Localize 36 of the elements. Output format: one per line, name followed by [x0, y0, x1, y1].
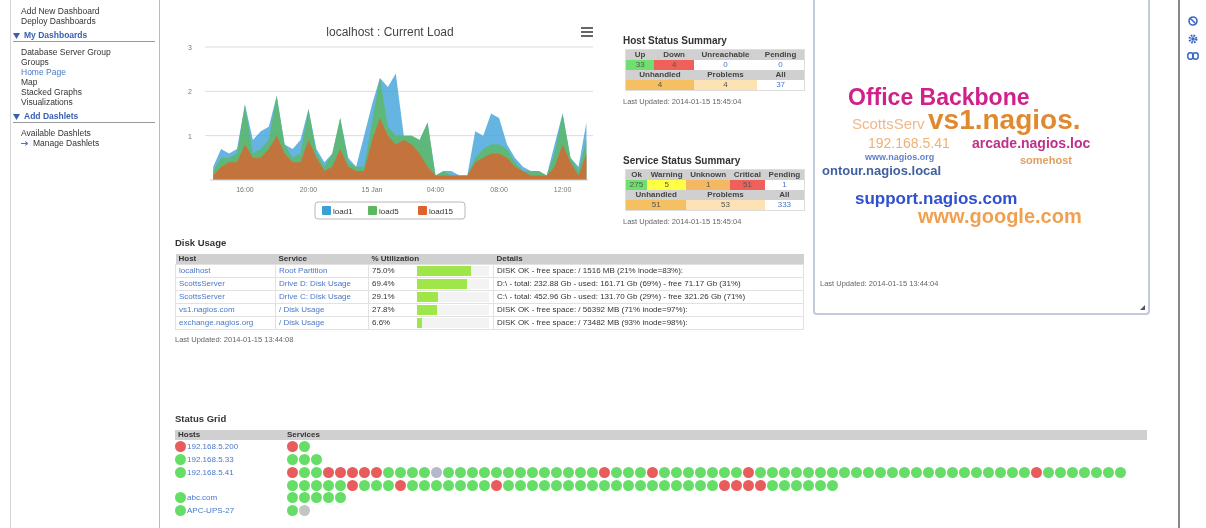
summary-title: Service Status Summary: [623, 154, 742, 169]
details-text: DISK OK - free space: / 1516 MB (21% inode=83%):: [497, 266, 684, 276]
column-header: Pending: [764, 170, 804, 181]
utilization-text: 69.4%: [372, 279, 396, 289]
column-header: Unhandled: [626, 70, 694, 80]
column-header: Host: [175, 253, 276, 265]
utilization-text: 6.6%: [372, 318, 392, 328]
section-title: Disk Usage: [175, 235, 228, 250]
column-header: All: [764, 190, 804, 201]
column-header: Hosts: [177, 430, 202, 441]
column-header: Warning: [647, 170, 687, 181]
summary-title: Host Status Summary: [623, 34, 728, 48]
column-header: Services: [287, 430, 320, 441]
column-header: Down: [654, 50, 694, 60]
column-header: Problems: [686, 190, 765, 201]
column-header: Unknown: [686, 170, 730, 181]
column-header: Unreachable: [693, 50, 758, 60]
column-header: Up: [626, 50, 655, 60]
column-header: Unhandled: [626, 190, 687, 201]
column-header: Pending: [757, 50, 804, 60]
column-header: Ok: [626, 170, 647, 181]
details-text: D:\ - total: 232.88 Gb - used: 161.71 Gb (69%) - free 71.17 Gb (31%): [497, 279, 741, 289]
column-header: % Utilization: [368, 253, 494, 265]
details-text: C:\ - total: 452.96 Gb - used: 131.70 Gb (29%) - free 321.26 Gb (71%): [497, 292, 746, 302]
column-header: Critical: [730, 170, 765, 181]
utilization-text: 27.8%: [372, 305, 396, 315]
column-header: Service: [275, 253, 369, 265]
section-title: Status Grid: [175, 412, 228, 426]
chart-title: localhost : Current Load: [326, 25, 454, 39]
column-header: Problems: [693, 70, 758, 80]
details-text: DISK OK - free space: / 56392 MB (71% inode=97%):: [497, 305, 688, 315]
utilization-text: 29.1%: [372, 292, 396, 302]
details-text: DISK OK - free space: / 73482 MB (93% inode=98%):: [497, 318, 688, 328]
utilization-text: 75.0%: [372, 266, 396, 276]
column-header: All: [757, 70, 804, 80]
column-header: Details: [493, 253, 804, 265]
